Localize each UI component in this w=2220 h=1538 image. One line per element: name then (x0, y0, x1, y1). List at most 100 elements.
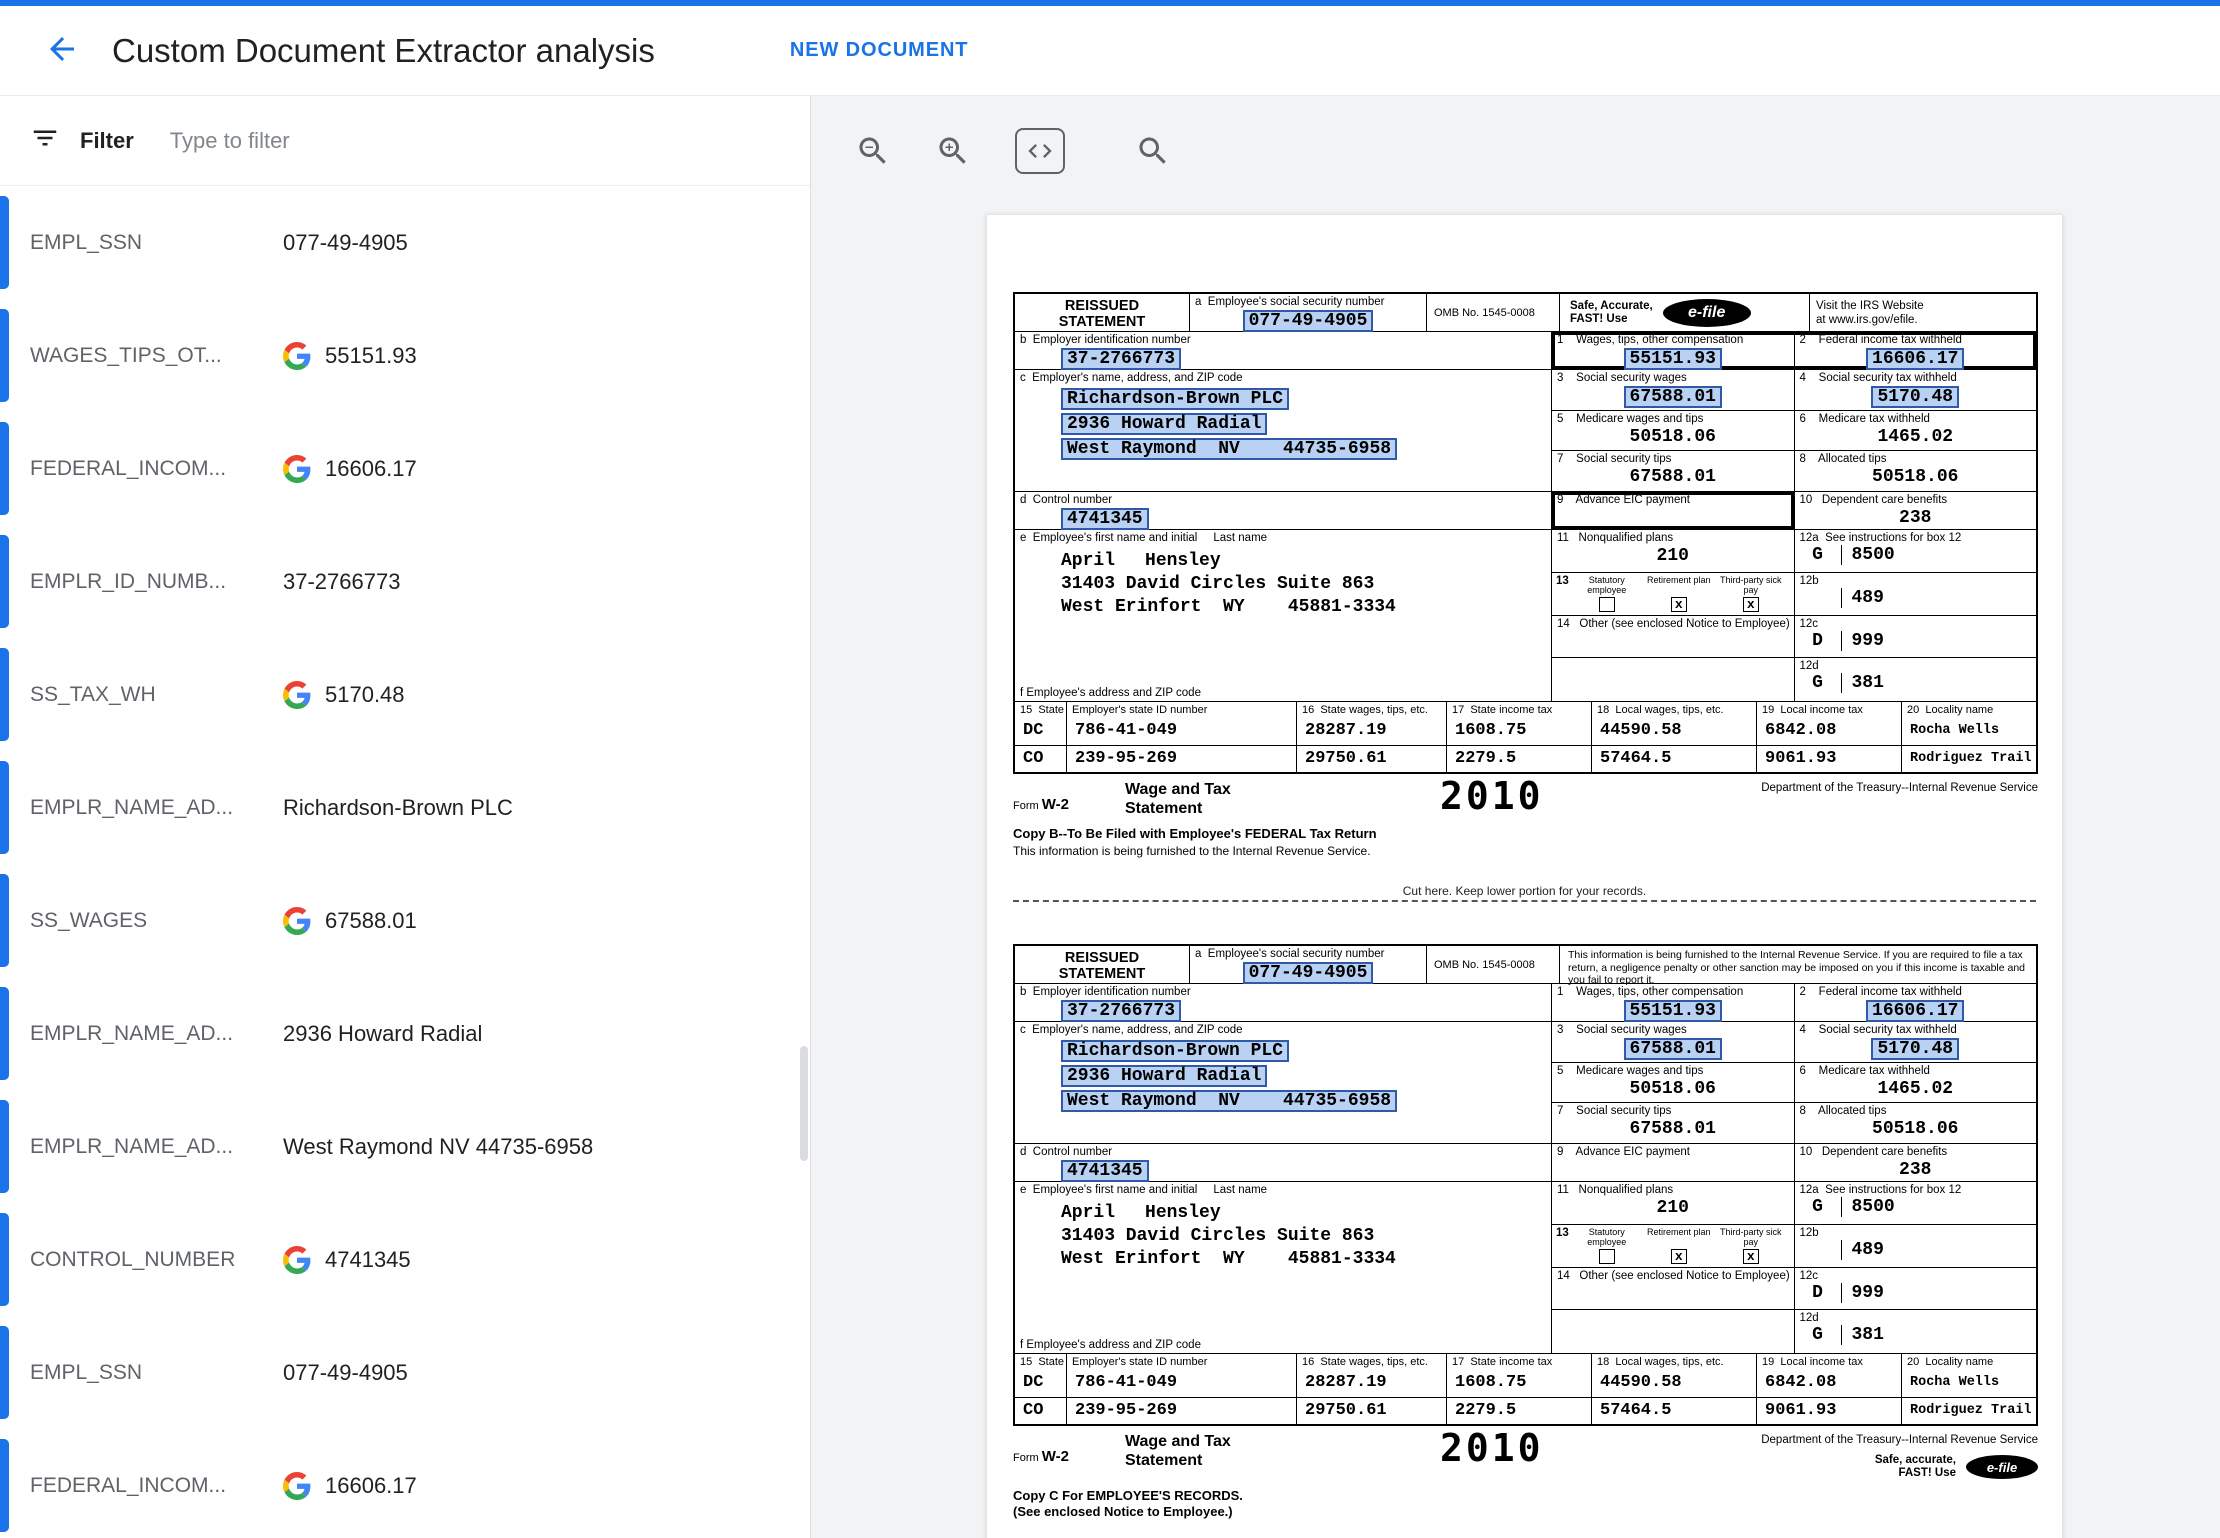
entity-list-item[interactable]: CONTROL_NUMBER 4741345 (0, 1203, 810, 1316)
viewer-toolbar (811, 96, 2220, 206)
entity-panel: Filter EMPL_SSN 077-49-4905 WAGES_TIPS_O… (0, 96, 811, 1538)
entity-label: EMPLR_NAME_AD... (30, 1135, 283, 1159)
state-local-table: 15 State Employer's state ID number 16 S… (1015, 702, 2036, 772)
entity-list-item[interactable]: SS_TAX_WH 5170.48 (0, 638, 810, 751)
ssn-highlight[interactable]: 077-49-4905 (1243, 310, 1374, 332)
employer-addr1-highlight[interactable]: 2936 Howard Radial (1061, 413, 1267, 435)
box-10-dependent-care: 10 Dependent care benefits 238 (1795, 492, 2037, 529)
employer-name-highlight[interactable]: Richardson-Brown PLC (1061, 388, 1289, 410)
wages-highlight[interactable]: 55151.93 (1624, 1000, 1722, 1022)
cut-section: Cut here. Keep lower portion for your re… (1013, 884, 2036, 902)
entity-accent-bar (0, 1213, 9, 1306)
tax-year: 2010 (1440, 1430, 1544, 1466)
search-button[interactable] (1135, 133, 1171, 169)
tax-year: 2010 (1440, 778, 1544, 814)
entity-accent-bar (0, 1326, 9, 1419)
entity-accent-bar (0, 987, 9, 1080)
wages-highlight[interactable]: 55151.93 (1624, 348, 1722, 370)
entity-value: 5170.48 (325, 682, 405, 708)
employer-addr2-highlight[interactable]: West Raymond NV 44735-6958 (1061, 1090, 1397, 1112)
box-b-ein: b Employer identification number 37-2766… (1015, 984, 1552, 1021)
ss-tax-highlight[interactable]: 5170.48 (1871, 386, 1959, 408)
fit-to-width-icon (1026, 137, 1054, 165)
w2-form: REISSUEDSTATEMENT a Employee's social se… (1013, 944, 2038, 1520)
entity-label: FEDERAL_INCOM... (30, 1474, 283, 1498)
entity-list-item[interactable]: EMPLR_NAME_AD... Richardson-Brown PLC (0, 751, 810, 864)
entity-list: EMPL_SSN 077-49-4905 WAGES_TIPS_OT... 55… (0, 186, 810, 1538)
control-number-highlight[interactable]: 4741345 (1061, 1160, 1149, 1182)
entity-list-item[interactable]: EMPL_SSN 077-49-4905 (0, 1316, 810, 1429)
ss-wages-highlight[interactable]: 67588.01 (1624, 1038, 1722, 1060)
google-icon (283, 1246, 311, 1274)
box-a-ssn: a Employee's social security number 077-… (1190, 946, 1427, 983)
ein-highlight[interactable]: 37-2766773 (1061, 348, 1181, 370)
ssn-highlight[interactable]: 077-49-4905 (1243, 962, 1374, 984)
box-12c: 12c D999 (1795, 616, 2037, 658)
omb-number: OMB No. 1545-0008 (1427, 946, 1560, 983)
entity-accent-bar (0, 1100, 9, 1193)
box-4-ss-tax: 4 Social security tax withheld 5170.48 (1795, 370, 2037, 410)
w2-footer: Form W-2 Wage and TaxStatement 2010 Depa… (1013, 1426, 2038, 1520)
new-document-button[interactable]: NEW DOCUMENT (790, 39, 969, 62)
box-5-medicare-wages: 5 Medicare wages and tips 50518.06 (1552, 411, 1795, 451)
box-6-medicare-tax: 6 Medicare tax withheld 1465.02 (1795, 411, 2037, 451)
entity-value: 4741345 (325, 1247, 411, 1273)
entity-list-item[interactable]: WAGES_TIPS_OT... 55151.93 (0, 299, 810, 412)
zoom-out-button[interactable] (855, 133, 891, 169)
federal-tax-highlight[interactable]: 16606.17 (1866, 1000, 1964, 1022)
box-11-nonqualified: 11 Nonqualified plans 210 (1552, 1182, 1795, 1224)
entity-accent-bar (0, 309, 9, 402)
reissued-statement: REISSUEDSTATEMENT (1015, 946, 1190, 983)
zoom-in-button[interactable] (935, 133, 971, 169)
state-row: CO 239-95-269 29750.61 2279.5 57464.5 90… (1015, 1397, 2036, 1424)
reissued-statement: REISSUEDSTATEMENT (1015, 294, 1190, 331)
box-2-federal-tax: 2 Federal income tax withheld 16606.17 (1795, 332, 2037, 369)
retirement-checkbox[interactable]: x (1671, 1249, 1687, 1264)
box-1-wages: 1 Wages, tips, other compensation 55151.… (1552, 332, 1795, 369)
federal-tax-highlight[interactable]: 16606.17 (1866, 348, 1964, 370)
box-12d: 12d G381 (1795, 658, 2037, 701)
box-d-control: d Control number 4741345 (1015, 1144, 1552, 1181)
entity-label: SS_WAGES (30, 909, 283, 933)
fit-to-width-button[interactable] (1015, 128, 1065, 174)
statutory-checkbox[interactable] (1599, 1249, 1615, 1264)
document-viewer: REISSUEDSTATEMENT a Employee's social se… (811, 96, 2220, 1538)
statutory-checkbox[interactable] (1599, 597, 1615, 612)
box-7-ss-tips: 7 Social security tips 67588.01 (1552, 1103, 1795, 1143)
box-5-medicare-wages: 5 Medicare wages and tips 50518.06 (1552, 1063, 1795, 1103)
ein-highlight[interactable]: 37-2766773 (1061, 1000, 1181, 1022)
search-icon (1135, 133, 1171, 169)
box-a-ssn: a Employee's social security number 077-… (1190, 294, 1427, 331)
employer-name-highlight[interactable]: Richardson-Brown PLC (1061, 1040, 1289, 1062)
box-12d: 12d G381 (1795, 1310, 2037, 1353)
retirement-checkbox[interactable]: x (1671, 597, 1687, 612)
third-party-checkbox[interactable]: x (1743, 1249, 1759, 1264)
entity-list-item[interactable]: EMPLR_ID_NUMB... 37-2766773 (0, 525, 810, 638)
employer-addr1-highlight[interactable]: 2936 Howard Radial (1061, 1065, 1267, 1087)
third-party-checkbox[interactable]: x (1743, 597, 1759, 612)
box-10-dependent-care: 10 Dependent care benefits 238 (1795, 1144, 2037, 1181)
box-a-label: a Employee's social security number (1190, 946, 1426, 961)
box-12a: 12a See instructions for box 12 G8500 (1795, 530, 2037, 572)
box-11-nonqualified: 11 Nonqualified plans 210 (1552, 530, 1795, 572)
google-icon (283, 342, 311, 370)
scrollbar-thumb[interactable] (800, 1046, 808, 1161)
box-4-ss-tax: 4 Social security tax withheld 5170.48 (1795, 1022, 2037, 1062)
copy-b-lines: Copy B--To Be Filed with Employee's FEDE… (1013, 826, 2038, 858)
entity-list-item[interactable]: EMPLR_NAME_AD... 2936 Howard Radial (0, 977, 810, 1090)
entity-list-item[interactable]: SS_WAGES 67588.01 (0, 864, 810, 977)
filter-input[interactable] (170, 128, 780, 154)
entity-list-item[interactable]: EMPLR_NAME_AD... West Raymond NV 44735-6… (0, 1090, 810, 1203)
entity-list-item[interactable]: FEDERAL_INCOM... 16606.17 (0, 1429, 810, 1538)
entity-list-item[interactable]: FEDERAL_INCOM... 16606.17 (0, 412, 810, 525)
entity-value: 077-49-4905 (283, 230, 408, 256)
entity-list-item[interactable]: EMPL_SSN 077-49-4905 (0, 186, 810, 299)
ss-wages-highlight[interactable]: 67588.01 (1624, 386, 1722, 408)
box-12a: 12a See instructions for box 12 G8500 (1795, 1182, 2037, 1224)
ss-tax-highlight[interactable]: 5170.48 (1871, 1038, 1959, 1060)
back-button[interactable] (38, 27, 86, 75)
entity-accent-bar (0, 1439, 9, 1532)
box-f-label: f Employee's address and ZIP code (1020, 687, 1201, 699)
control-number-highlight[interactable]: 4741345 (1061, 508, 1149, 530)
employer-addr2-highlight[interactable]: West Raymond NV 44735-6958 (1061, 438, 1397, 460)
